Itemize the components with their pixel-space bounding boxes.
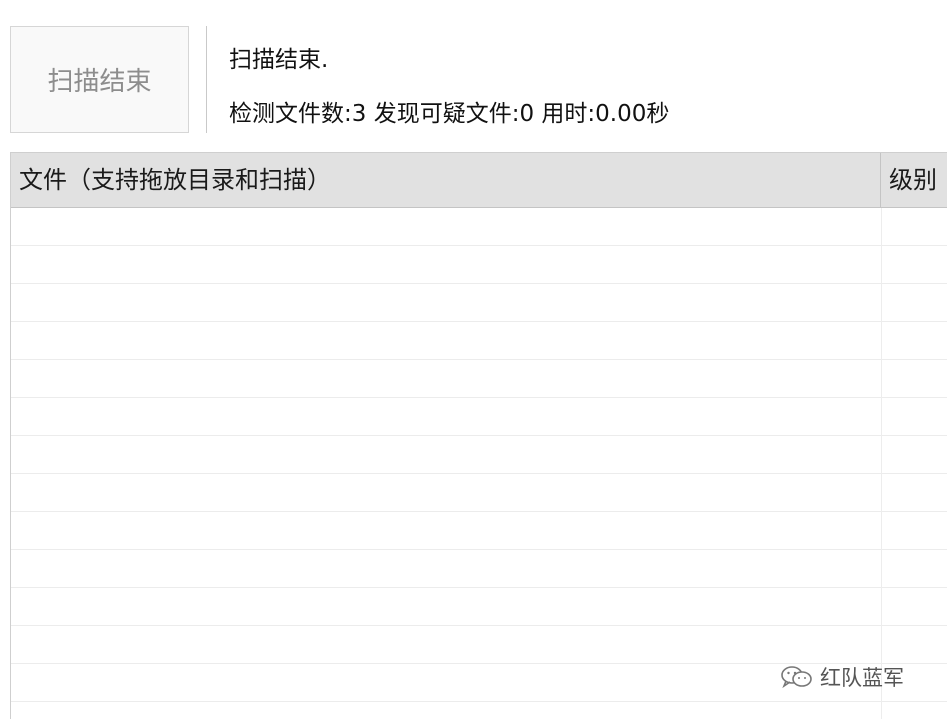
column-divider [881,208,882,719]
scan-button[interactable]: 扫描结束 [10,26,189,133]
scan-stats: 检测文件数:3 发现可疑文件:0 用时:0.00秒 [229,101,670,127]
table-row[interactable] [11,588,947,626]
table-row[interactable] [11,436,947,474]
table-row[interactable] [11,322,947,360]
watermark-text: 红队蓝军 [820,666,904,690]
table-body[interactable] [11,208,947,719]
column-header-file[interactable]: 文件（支持拖放目录和扫描） [11,153,881,207]
table-row[interactable] [11,398,947,436]
watermark: 红队蓝军 [780,662,904,692]
table-row[interactable] [11,512,947,550]
column-header-level[interactable]: 级别 [881,153,947,207]
table-header: 文件（支持拖放目录和扫描） 级别 [11,153,947,208]
table-row[interactable] [11,360,947,398]
status-title: 扫描结束. [229,47,329,73]
table-row[interactable] [11,284,947,322]
table-row[interactable] [11,246,947,284]
table-row[interactable] [11,550,947,588]
table-row[interactable] [11,474,947,512]
table-row[interactable] [11,208,947,246]
wechat-icon [781,666,812,689]
file-table[interactable]: 文件（支持拖放目录和扫描） 级别 [10,152,947,719]
divider [206,26,207,133]
table-row[interactable] [11,626,947,664]
